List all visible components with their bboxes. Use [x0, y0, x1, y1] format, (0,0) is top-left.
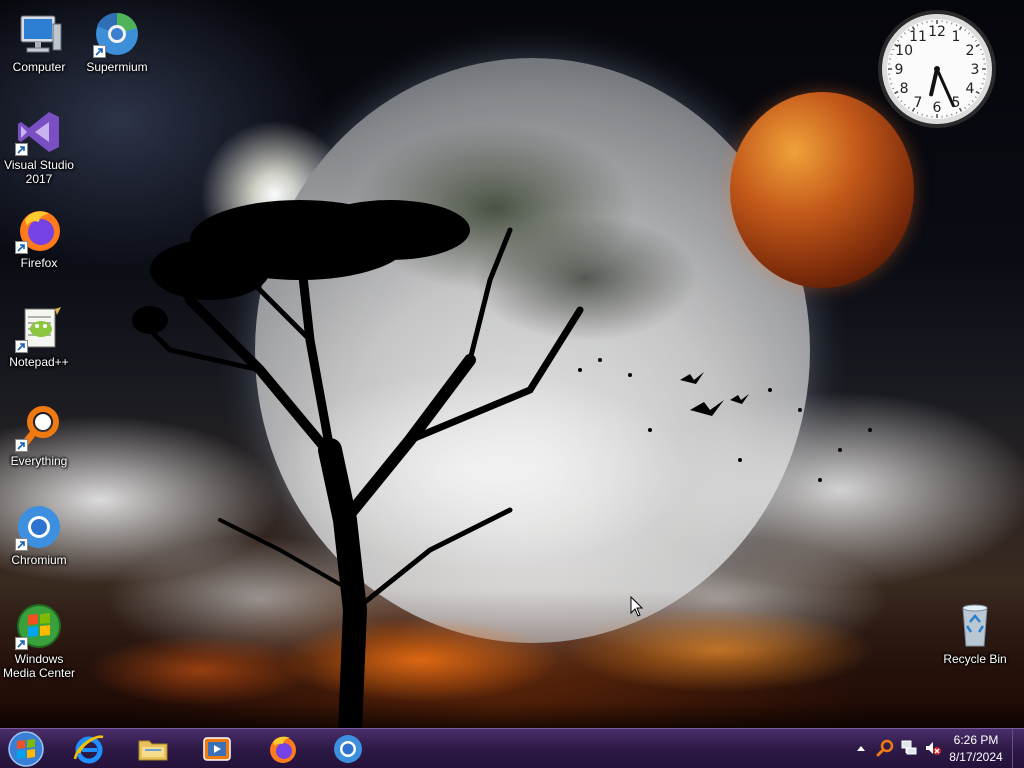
notepad-plus-plus-icon — [15, 305, 63, 353]
clock-number: 10 — [895, 43, 913, 59]
desktop-icon-supermium[interactable]: Supermium — [78, 10, 156, 74]
clock-number: 2 — [965, 43, 974, 59]
windows-media-center-icon — [15, 602, 63, 650]
wallpaper — [0, 0, 1024, 730]
tray-time: 6:26 PM — [953, 733, 999, 747]
network-icon[interactable] — [900, 739, 918, 757]
mouse-cursor-icon — [630, 596, 644, 617]
desktop-icon-label: Chromium — [11, 553, 67, 567]
firefox-icon — [270, 736, 296, 763]
shortcut-arrow-icon — [15, 241, 28, 254]
visual-studio-icon — [15, 108, 63, 156]
desktop-icon-visual-studio[interactable]: Visual Studio 2017 — [0, 108, 78, 186]
wallpaper-birds — [578, 358, 872, 482]
taskbar: 6:26 PM 8/17/2024 — [0, 728, 1024, 768]
firefox-icon — [15, 206, 63, 254]
show-desktop-button[interactable] — [1012, 729, 1024, 768]
clock-number: 4 — [965, 81, 974, 97]
tray-clock[interactable]: 6:26 PM 8/17/2024 — [940, 732, 1012, 766]
desktop-icon-label: Visual Studio 2017 — [4, 158, 74, 186]
desktop-icon-label: Firefox — [20, 256, 58, 270]
clock-number: 6 — [933, 100, 942, 116]
clock-number: 1 — [952, 29, 961, 45]
chromium-icon — [15, 503, 63, 551]
taskbar-chromium[interactable] — [321, 731, 375, 767]
taskbar-file-explorer[interactable] — [126, 731, 180, 767]
clock-number: 9 — [895, 62, 904, 78]
computer-icon — [15, 10, 63, 58]
internet-explorer-icon — [73, 735, 104, 764]
everything-search-icon — [15, 404, 63, 452]
supermium-icon — [93, 10, 141, 58]
tray-everything-search-icon[interactable] — [876, 739, 894, 757]
desktop-icon-notepad-plus-plus[interactable]: Notepad++ — [0, 305, 78, 369]
shortcut-arrow-icon — [15, 637, 28, 650]
taskbar-internet-explorer[interactable] — [62, 731, 116, 767]
chromium-icon — [334, 735, 362, 763]
recycle-bin-icon — [951, 602, 999, 650]
folder-icon — [138, 740, 168, 761]
media-player-icon — [203, 737, 231, 761]
clock-number: 12 — [928, 24, 946, 40]
desktop-icon-label: Notepad++ — [9, 355, 69, 369]
desktop-icon-label: Recycle Bin — [943, 652, 1007, 666]
start-button[interactable] — [6, 730, 46, 768]
desktop-icon-computer[interactable]: Computer — [0, 10, 78, 74]
desktop-icon-label: Windows Media Center — [2, 652, 76, 680]
tray-date: 8/17/2024 — [949, 750, 1003, 764]
clock-number: 3 — [971, 62, 980, 78]
desktop-icon-everything[interactable]: Everything — [0, 404, 78, 468]
desktop[interactable]: Computer Supermium Visual Studio 2017 Fi… — [0, 0, 1024, 768]
shortcut-arrow-icon — [15, 340, 28, 353]
desktop-icon-chromium[interactable]: Chromium — [0, 503, 78, 567]
desktop-icon-recycle-bin[interactable]: Recycle Bin — [936, 602, 1014, 666]
clock-number: 8 — [900, 81, 909, 97]
windows-logo-icon — [8, 731, 44, 767]
shortcut-arrow-icon — [15, 143, 28, 156]
clock-number: 7 — [914, 95, 923, 111]
show-hidden-icons-arrow[interactable] — [852, 740, 870, 758]
shortcut-arrow-icon — [15, 538, 28, 551]
desktop-icon-label: Everything — [10, 454, 68, 468]
desktop-icon-label: Computer — [12, 60, 66, 74]
taskbar-media-player[interactable] — [190, 731, 244, 767]
wallpaper-tree — [132, 200, 584, 730]
clock-number: 11 — [909, 29, 927, 45]
clock-gadget[interactable]: 12 1 2 3 4 5 6 7 8 9 10 11 — [876, 8, 998, 130]
desktop-icon-label: Supermium — [86, 60, 148, 74]
desktop-icon-windows-media-center[interactable]: Windows Media Center — [0, 602, 78, 680]
taskbar-firefox[interactable] — [256, 731, 310, 767]
shortcut-arrow-icon — [93, 45, 106, 58]
shortcut-arrow-icon — [15, 439, 28, 452]
desktop-icon-firefox[interactable]: Firefox — [0, 206, 78, 270]
